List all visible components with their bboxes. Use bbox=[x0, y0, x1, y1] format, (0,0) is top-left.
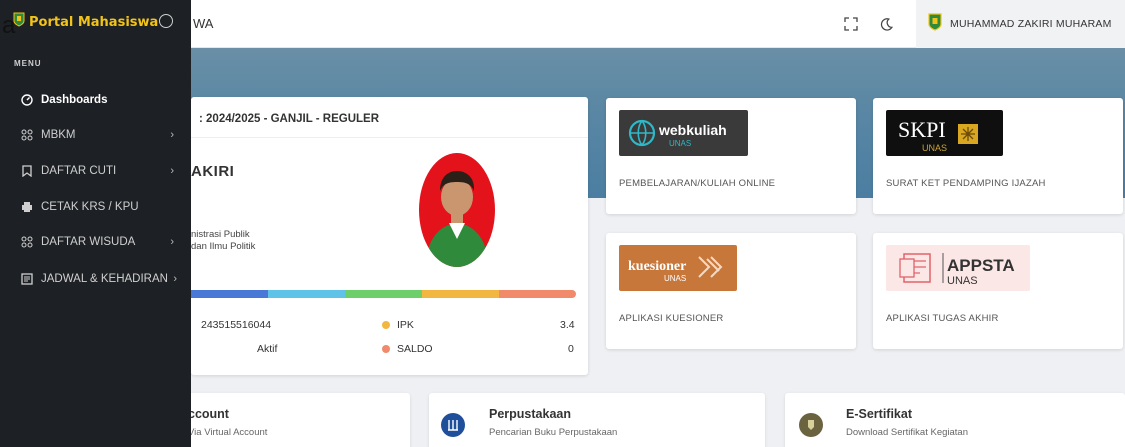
student-status: Aktif bbox=[257, 343, 278, 355]
expand-icon[interactable] bbox=[839, 12, 863, 36]
brand-title: Portal Mahasiswa bbox=[29, 14, 159, 30]
program-name: nistrasi Publik bbox=[191, 229, 250, 240]
sidebar-item-jadwal-kehadiran[interactable]: JADWAL & KEHADIRAN › bbox=[0, 261, 191, 297]
kuesioner-logo: kuesioner UNAS bbox=[619, 245, 737, 291]
grid-icon bbox=[20, 235, 34, 249]
skpi-sub: UNAS bbox=[922, 143, 947, 153]
stripe-segment bbox=[268, 290, 345, 298]
academic-period: : 2024/2025 - GANJIL - REGULER bbox=[199, 113, 380, 125]
faculty-name: dan Ilmu Politik bbox=[191, 241, 256, 252]
user-menu[interactable]: MUHAMMAD ZAKIRI MUHARAM bbox=[916, 0, 1125, 48]
saldo-dot bbox=[382, 345, 390, 354]
saldo-label: SALDO bbox=[382, 343, 433, 355]
ipk-dot bbox=[382, 321, 390, 330]
profile-card: : 2024/2025 - GANJIL - REGULER AKIRI nis… bbox=[191, 97, 588, 375]
page-title-fragment: WA bbox=[193, 16, 214, 31]
appsta-text: APPSTA bbox=[947, 256, 1015, 275]
e-sertifikat-subtitle: Download Sertifikat Kegiatan bbox=[846, 427, 968, 438]
e-sertifikat-card[interactable]: E-Sertifikat Download Sertifikat Kegiata… bbox=[785, 393, 1125, 447]
account-subtitle: Via Virtual Account bbox=[188, 427, 268, 438]
moon-icon[interactable] bbox=[874, 12, 898, 36]
user-name: MUHAMMAD ZAKIRI MUHARAM bbox=[950, 18, 1112, 30]
sidebar-item-label: DAFTAR WISUDA bbox=[41, 236, 136, 248]
account-title: ccount bbox=[188, 407, 229, 421]
appsta-caption: APLIKASI TUGAS AKHIR bbox=[886, 313, 999, 324]
account-card[interactable]: ccount Via Virtual Account bbox=[170, 393, 410, 447]
webkuliah-logo: webkuliah UNAS bbox=[619, 110, 748, 156]
appsta-card[interactable]: APPSTA UNAS APLIKASI TUGAS AKHIR bbox=[873, 233, 1123, 349]
stray-text: a bbox=[2, 12, 16, 39]
e-sertifikat-title: E-Sertifikat bbox=[846, 407, 912, 421]
sidebar-item-mbkm[interactable]: MBKM › bbox=[0, 117, 191, 153]
sidebar-item-label: JADWAL & KEHADIRAN bbox=[41, 273, 168, 285]
chevron-right-icon: › bbox=[170, 165, 174, 177]
sidebar-item-label: CETAK KRS / KPU bbox=[41, 201, 139, 213]
sidebar-item-label: DAFTAR CUTI bbox=[41, 165, 117, 177]
brand[interactable]: Portal Mahasiswa bbox=[0, 0, 191, 44]
skpi-text: SKPI bbox=[898, 117, 946, 142]
grid-icon bbox=[20, 128, 34, 142]
sidebar-item-dashboards[interactable]: Dashboards bbox=[0, 82, 191, 118]
gauge-icon bbox=[20, 93, 34, 107]
chevron-right-icon: › bbox=[170, 129, 174, 141]
sidebar-item-cetak-krs[interactable]: CETAK KRS / KPU bbox=[0, 189, 191, 225]
stripe-segment bbox=[499, 290, 576, 298]
ipk-value: 3.4 bbox=[560, 319, 575, 331]
skpi-caption: SURAT KET PENDAMPING IJAZAH bbox=[886, 178, 1046, 189]
certificate-icon bbox=[799, 413, 823, 437]
printer-icon bbox=[20, 200, 34, 214]
bookmark-icon bbox=[20, 164, 34, 178]
stripe-segment bbox=[345, 290, 422, 298]
library-icon bbox=[441, 413, 465, 437]
study-program: nistrasi Publik dan Ilmu Politik bbox=[191, 229, 255, 253]
perpustakaan-title: Perpustakaan bbox=[489, 407, 571, 421]
skpi-logo: SKPI UNAS bbox=[886, 110, 1003, 156]
kuesioner-sub: UNAS bbox=[664, 274, 686, 283]
color-stripe bbox=[191, 290, 576, 298]
sidebar: Portal Mahasiswa MENU Dashboards MBKM › … bbox=[0, 0, 191, 447]
user-avatar bbox=[928, 12, 942, 36]
perpustakaan-subtitle: Pencarian Buku Perpustakaan bbox=[489, 427, 618, 438]
kuesioner-caption: APLIKASI KUESIONER bbox=[619, 313, 724, 324]
perpustakaan-card[interactable]: Perpustakaan Pencarian Buku Perpustakaan bbox=[429, 393, 765, 447]
webkuliah-text: webkuliah bbox=[658, 122, 727, 138]
sidebar-toggle-icon[interactable] bbox=[159, 14, 173, 28]
kuesioner-text: kuesioner bbox=[628, 259, 686, 274]
saldo-value: 0 bbox=[568, 343, 574, 355]
student-name: AKIRI bbox=[191, 163, 235, 180]
saldo-label-text: SALDO bbox=[397, 343, 433, 355]
divider bbox=[191, 137, 588, 138]
webkuliah-card[interactable]: webkuliah UNAS PEMBELAJARAN/KULIAH ONLIN… bbox=[606, 98, 856, 214]
stripe-segment bbox=[191, 290, 268, 298]
list-icon bbox=[20, 272, 34, 286]
webkuliah-sub: UNAS bbox=[669, 139, 691, 148]
sidebar-item-label: MBKM bbox=[41, 129, 76, 141]
menu-section-label: MENU bbox=[14, 59, 42, 68]
ipk-label-text: IPK bbox=[397, 319, 414, 331]
sidebar-item-daftar-cuti[interactable]: DAFTAR CUTI › bbox=[0, 153, 191, 189]
ipk-label: IPK bbox=[382, 319, 414, 331]
student-photo bbox=[419, 153, 495, 267]
sidebar-item-daftar-wisuda[interactable]: DAFTAR WISUDA › bbox=[0, 224, 191, 260]
appsta-sub: UNAS bbox=[947, 275, 978, 287]
kuesioner-card[interactable]: kuesioner UNAS APLIKASI KUESIONER bbox=[606, 233, 856, 349]
skpi-card[interactable]: SKPI UNAS SURAT KET PENDAMPING IJAZAH bbox=[873, 98, 1123, 214]
sidebar-item-label: Dashboards bbox=[41, 94, 108, 106]
chevron-right-icon: › bbox=[170, 236, 174, 248]
student-nim: 243515516044 bbox=[201, 319, 272, 331]
appsta-logo: APPSTA UNAS bbox=[886, 245, 1030, 291]
stripe-segment bbox=[422, 290, 499, 298]
chevron-right-icon: › bbox=[173, 273, 177, 285]
webkuliah-caption: PEMBELAJARAN/KULIAH ONLINE bbox=[619, 178, 776, 189]
